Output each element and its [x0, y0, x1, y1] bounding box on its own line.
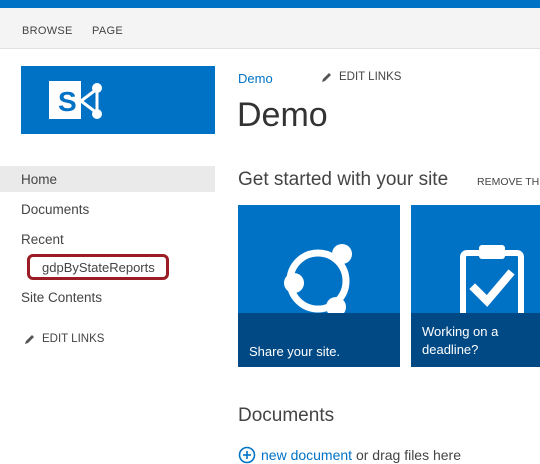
edit-links-top-button[interactable]: EDIT LINKS [321, 71, 401, 83]
nav-item-recent-report[interactable]: gdpByStateReports [27, 254, 169, 280]
ribbon: BROWSE PAGE [0, 8, 540, 49]
share-icon [284, 244, 352, 317]
tab-browse[interactable]: BROWSE [22, 25, 73, 37]
clipboard-check-icon [460, 245, 524, 326]
pencil-icon [322, 73, 331, 82]
deadline-caption: Working on a deadline? [411, 313, 540, 367]
nav-item-home-label: Home [21, 172, 58, 187]
remove-this-link[interactable]: REMOVE TH [477, 176, 539, 188]
edit-links-nav-button[interactable]: EDIT LINKS [24, 333, 104, 345]
tab-page[interactable]: PAGE [92, 25, 123, 37]
pencil-icon [25, 335, 34, 344]
nav-item-home[interactable]: Home [0, 166, 215, 192]
deadline-caption-text: Working on a deadline? [422, 324, 499, 357]
share-site-caption-text: Share your site. [249, 344, 341, 359]
drag-files-hint: or drag files here [352, 447, 462, 463]
documents-heading: Documents [238, 405, 335, 426]
add-circle-icon[interactable] [238, 446, 256, 464]
share-site-tile[interactable]: Share your site. [238, 205, 400, 367]
nav-item-recent-report-label: gdpByStateReports [42, 260, 155, 275]
nav-item-documents[interactable]: Documents [21, 202, 89, 217]
suite-bar [0, 0, 540, 8]
new-document-link[interactable]: new document [261, 447, 352, 463]
new-document-row: new document or drag files here [238, 446, 461, 464]
nav-item-recent[interactable]: Recent [21, 232, 64, 247]
sharepoint-logo[interactable]: S [21, 66, 215, 134]
edit-links-top-label: EDIT LINKS [339, 71, 402, 83]
deadline-tile[interactable]: Working on a deadline? [411, 205, 540, 367]
svg-text:S: S [58, 86, 77, 117]
get-started-heading: Get started with your site [238, 169, 449, 190]
share-site-caption: Share your site. [238, 313, 400, 367]
edit-links-nav-label: EDIT LINKS [42, 333, 105, 345]
page-title: Demo [237, 96, 328, 134]
breadcrumb[interactable]: Demo [238, 71, 273, 86]
sharepoint-logo-icon: S [49, 81, 102, 119]
nav-item-site-contents[interactable]: Site Contents [21, 290, 102, 305]
